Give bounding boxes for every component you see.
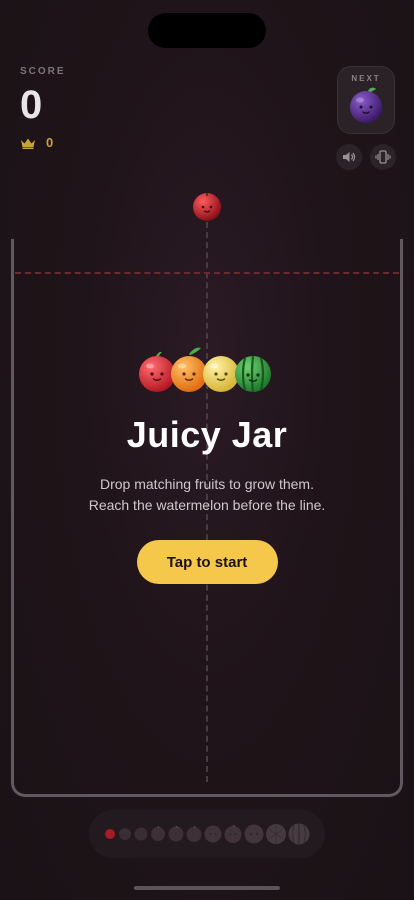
danger-limit-line bbox=[15, 272, 399, 274]
score-panel: SCORE 0 0 bbox=[20, 66, 66, 150]
subtitle-line-1: Drop matching fruits to grow them. bbox=[100, 476, 314, 492]
evo-persimmon-icon bbox=[167, 825, 185, 843]
next-fruit-panel: NEXT bbox=[337, 66, 395, 134]
evo-strawberry-icon bbox=[117, 826, 133, 842]
best-score-row: 0 bbox=[20, 135, 66, 150]
score-value: 0 bbox=[20, 83, 43, 127]
evo-dekopon-icon bbox=[149, 825, 167, 843]
evo-watermelon-icon bbox=[287, 822, 311, 846]
vibrate-toggle-button[interactable] bbox=[370, 144, 396, 170]
cherry-icon[interactable] bbox=[191, 191, 223, 223]
best-score-value: 0 bbox=[46, 135, 54, 150]
subtitle-line-2: Reach the watermelon before the line. bbox=[88, 497, 326, 513]
score-label: SCORE bbox=[20, 66, 66, 77]
dynamic-island bbox=[148, 13, 266, 48]
plum-icon bbox=[350, 87, 382, 123]
start-overlay: Juicy Jar Drop matching fruits to grow t… bbox=[0, 340, 414, 584]
home-indicator[interactable] bbox=[134, 886, 280, 890]
game-subtitle: Drop matching fruits to grow them. Reach… bbox=[57, 474, 357, 516]
crown-icon bbox=[21, 138, 35, 149]
evo-grape-icon bbox=[133, 826, 149, 842]
hero-fruits bbox=[137, 340, 277, 400]
evo-pineapple-icon bbox=[243, 823, 265, 845]
game-title: Juicy Jar bbox=[126, 414, 288, 455]
evo-apple-icon bbox=[185, 825, 203, 843]
vibrate-icon bbox=[375, 150, 391, 164]
sound-toggle-button[interactable] bbox=[336, 144, 362, 170]
fruit-evolution-bar bbox=[89, 810, 325, 858]
evo-peach-icon bbox=[223, 824, 243, 844]
speaker-icon bbox=[343, 152, 356, 162]
watermelon-icon bbox=[235, 355, 271, 393]
evo-pear-icon bbox=[203, 824, 223, 844]
start-button[interactable]: Tap to start bbox=[136, 540, 278, 584]
evo-cherry-icon bbox=[103, 827, 117, 841]
evo-melon-icon bbox=[265, 823, 287, 845]
next-label: NEXT bbox=[351, 74, 381, 83]
control-buttons bbox=[336, 144, 396, 170]
